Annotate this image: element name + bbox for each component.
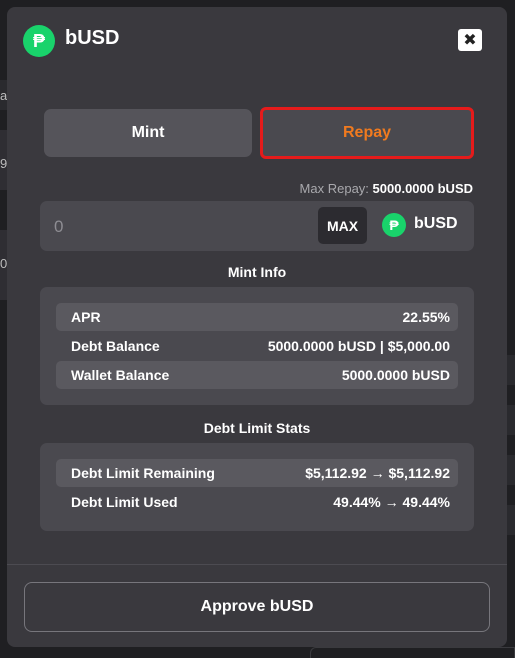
close-glyph: ✖ <box>463 32 477 49</box>
max-button[interactable]: MAX <box>318 207 367 244</box>
info-row-wallet-balance: Wallet Balance 5000.0000 bUSD <box>56 361 458 389</box>
unit-label: bUSD <box>414 215 458 232</box>
row-label: Debt Balance <box>71 338 160 354</box>
mint-info-title: Mint Info <box>227 264 287 280</box>
max-repay-value: 5000.0000 bUSD <box>372 181 473 196</box>
busd-modal: ₱ bUSD ✖ Mint Repay Max Repay: 5000.0000… <box>7 7 507 647</box>
amount-input-row: MAX ₱ bUSD <box>40 201 474 251</box>
info-row-debt-balance: Debt Balance 5000.0000 bUSD | $5,000.00 <box>56 332 458 360</box>
info-row-debt-limit-remaining: Debt Limit Remaining $5,112.92 → $5,112.… <box>56 459 458 487</box>
info-row-debt-limit-used: Debt Limit Used 49.44% → 49.44% <box>56 488 458 516</box>
row-label: Debt Limit Used <box>71 494 178 510</box>
max-repay: Max Repay: 5000.0000 bUSD <box>300 181 473 196</box>
background-card <box>310 647 515 658</box>
amount-input[interactable] <box>52 213 306 241</box>
background-row <box>507 505 515 535</box>
tab-mint-label: Mint <box>131 124 165 141</box>
modal-title: bUSD <box>65 27 120 49</box>
row-value: 5000.0000 bUSD | $5,000.00 <box>267 338 450 354</box>
debt-limit-title: Debt Limit Stats <box>203 420 311 436</box>
background-row <box>507 405 515 435</box>
busd-token-icon: ₱ <box>23 25 55 57</box>
mint-info-panel: APR 22.55% Debt Balance 5000.0000 bUSD |… <box>40 287 474 405</box>
row-value: 22.55% <box>402 309 450 325</box>
modal-header: ₱ bUSD ✖ <box>7 7 507 73</box>
row-label: APR <box>71 309 101 325</box>
approve-button[interactable]: Approve bUSD <box>24 582 490 632</box>
footer-divider <box>7 564 507 565</box>
info-row-apr: APR 22.55% <box>56 303 458 331</box>
approve-button-label: Approve bUSD <box>200 598 314 615</box>
close-icon[interactable]: ✖ <box>458 29 482 51</box>
background-row <box>507 355 515 385</box>
tab-repay-label: Repay <box>342 124 392 141</box>
row-label: Debt Limit Remaining <box>71 465 215 481</box>
row-value: $5,112.92 → $5,112.92 <box>305 465 450 481</box>
debt-limit-panel: Debt Limit Remaining $5,112.92 → $5,112.… <box>40 443 474 531</box>
token-glyph: ₱ <box>32 31 45 51</box>
busd-token-icon: ₱ <box>382 213 406 237</box>
tab-mint[interactable]: Mint <box>44 109 252 157</box>
row-value: 49.44% → 49.44% <box>333 494 450 510</box>
row-label: Wallet Balance <box>71 367 170 383</box>
max-repay-label: Max Repay: <box>299 181 369 196</box>
tab-repay[interactable]: Repay <box>260 107 474 159</box>
row-value: 5000.0000 bUSD <box>341 367 450 383</box>
unit-glyph: ₱ <box>389 217 399 233</box>
background-row <box>507 455 515 485</box>
